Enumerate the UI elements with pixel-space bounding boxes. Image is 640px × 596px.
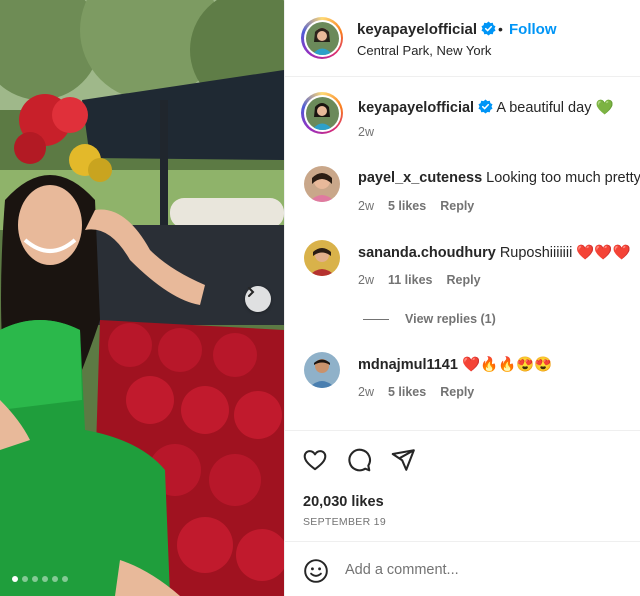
photo-illustration: [0, 0, 284, 596]
avatar-image-icon: [304, 352, 340, 388]
commenter-username[interactable]: sananda.choudhury: [358, 245, 496, 261]
reply-button[interactable]: Reply: [440, 199, 474, 213]
comment-item: sananda.choudhury Ruposhiiiiiii ❤️❤️❤️ 2…: [285, 240, 640, 290]
verified-badge-icon: [478, 99, 493, 114]
chevron-right-icon: [248, 287, 255, 297]
comment-age[interactable]: 2w: [358, 273, 374, 287]
heart-icon[interactable]: [302, 447, 328, 473]
comment-icon[interactable]: [346, 447, 372, 473]
emoji-icon[interactable]: [303, 558, 329, 584]
carousel-dot: [52, 576, 58, 582]
carousel-dot: [42, 576, 48, 582]
avatar-image-icon: [304, 240, 340, 276]
carousel-next-button[interactable]: [245, 286, 271, 312]
post-image: [0, 0, 284, 596]
comment-item: payel_x_cuteness Looking too much pretty…: [285, 166, 640, 216]
caption-text: A beautiful day 💚: [496, 100, 614, 116]
comment-likes[interactable]: 5 likes: [388, 385, 426, 399]
carousel-dots: [12, 576, 68, 582]
commenter-avatar[interactable]: [304, 166, 340, 202]
comment-likes[interactable]: 11 likes: [388, 273, 433, 287]
caption-username[interactable]: keyapayelofficial: [358, 100, 474, 116]
carousel-dot: [32, 576, 38, 582]
commenter-avatar[interactable]: [304, 352, 340, 388]
post-panel: keyapayelofficial • Follow Central Park,…: [284, 0, 640, 596]
avatar-image-icon: [305, 96, 339, 130]
comment-age[interactable]: 2w: [358, 385, 374, 399]
comment-text: ❤️🔥🔥😍😍: [461, 357, 553, 373]
caption: keyapayelofficial A beautiful day 💚 2w: [285, 92, 640, 152]
comment-item: mdnajmul1141 ❤️🔥🔥😍😍 2w 5 likes Reply: [285, 352, 640, 402]
view-replies-label: View replies (1): [405, 312, 496, 326]
avatar-image-icon: [304, 166, 340, 202]
comment-likes[interactable]: 5 likes: [388, 199, 426, 213]
header-separator: •: [498, 21, 503, 37]
follow-button[interactable]: Follow: [509, 21, 557, 38]
replies-divider: [363, 318, 389, 320]
verified-badge-icon: [481, 21, 496, 36]
reply-button[interactable]: Reply: [440, 385, 474, 399]
avatar-image-icon: [305, 21, 339, 55]
share-icon[interactable]: [390, 447, 416, 473]
author-username[interactable]: keyapayelofficial: [357, 21, 496, 38]
post-date[interactable]: SEPTEMBER 19: [303, 516, 386, 528]
commenter-username[interactable]: mdnajmul1141: [358, 357, 458, 373]
commenter-avatar[interactable]: [304, 240, 340, 276]
comment-text: Looking too much pretty: [486, 170, 640, 186]
post-header: keyapayelofficial • Follow Central Park,…: [285, 0, 640, 77]
post-actions: 20,030 likes SEPTEMBER 19: [285, 430, 640, 540]
post-location[interactable]: Central Park, New York: [357, 43, 491, 58]
carousel-dot: [12, 576, 18, 582]
comment-age[interactable]: 2w: [358, 199, 374, 213]
reply-button[interactable]: Reply: [446, 273, 480, 287]
add-comment-bar: [285, 541, 640, 596]
comment-input[interactable]: [345, 559, 625, 581]
caption-age[interactable]: 2w: [358, 125, 374, 139]
caption-avatar[interactable]: [301, 92, 343, 134]
comment-text: Ruposhiiiiiii ❤️❤️❤️: [499, 245, 631, 261]
carousel-dot: [22, 576, 28, 582]
author-avatar[interactable]: [301, 17, 343, 59]
view-replies-button[interactable]: View replies (1): [363, 312, 496, 326]
commenter-username[interactable]: payel_x_cuteness: [358, 170, 482, 186]
likes-count[interactable]: 20,030 likes: [303, 494, 384, 510]
carousel-dot: [62, 576, 68, 582]
comments-list[interactable]: keyapayelofficial A beautiful day 💚 2w p…: [285, 78, 640, 430]
